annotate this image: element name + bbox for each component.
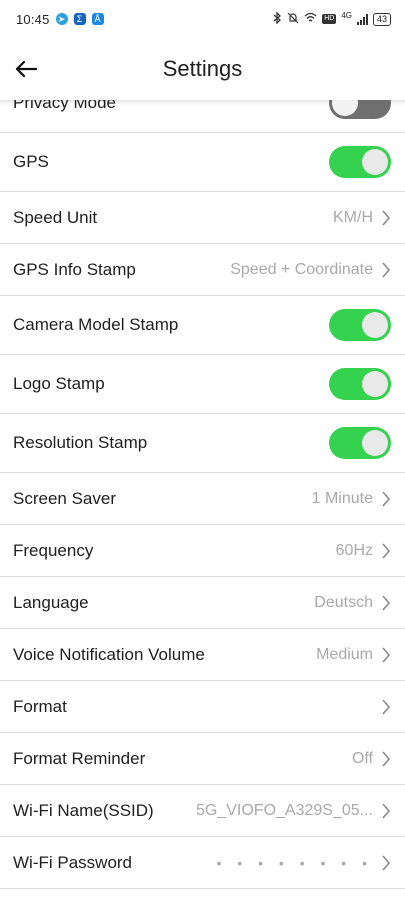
setting-value: 60Hz [335, 541, 373, 559]
sigma-app-icon: Σ [73, 13, 86, 25]
status-bar-left: 10:45 ➤ Σ Å [16, 12, 104, 27]
setting-label: Wi-Fi Password [13, 852, 133, 872]
signal-icon [356, 13, 368, 25]
setting-camera-model-stamp[interactable]: Camera Model Stamp [0, 296, 405, 355]
setting-label: Voice Notification Volume [13, 644, 205, 664]
setting-label: Privacy Mode [13, 100, 116, 112]
back-arrow-icon [15, 60, 37, 78]
status-time: 10:45 [16, 11, 50, 27]
setting-label: Language [13, 592, 89, 612]
privacy-mode-toggle[interactable] [329, 100, 391, 119]
setting-language[interactable]: Language Deutsch [0, 577, 405, 629]
setting-label: Screen Saver [13, 488, 116, 508]
setting-format-reminder[interactable]: Format Reminder Off [0, 733, 405, 785]
toggle-knob [362, 371, 388, 397]
accessibility-app-icon: Å [91, 13, 104, 25]
hd-voice-icon: HD [322, 14, 337, 24]
battery-icon: 43 [372, 12, 391, 26]
setting-format[interactable]: Format [0, 681, 405, 733]
resolution-stamp-toggle[interactable] [329, 427, 391, 459]
telegram-icon: ➤ [55, 13, 68, 25]
setting-frequency[interactable]: Frequency 60Hz [0, 525, 405, 577]
setting-label: GPS [13, 152, 49, 171]
setting-voice-notification-volume[interactable]: Voice Notification Volume Medium [0, 629, 405, 681]
setting-value: 5G_VIOFO_A329S_05... [196, 801, 373, 819]
setting-value: • • • • • • • • [216, 854, 373, 871]
chevron-right-icon [382, 490, 391, 507]
status-bar: 10:45 ➤ Σ Å HD 4G 43 [0, 0, 405, 38]
setting-value: 1 Minute [311, 489, 373, 507]
setting-label: Camera Model Stamp [13, 315, 179, 334]
setting-label: Format Reminder [13, 748, 146, 768]
gps-toggle[interactable] [329, 146, 391, 178]
setting-value: Deutsch [314, 593, 373, 611]
toggle-knob [332, 100, 358, 116]
setting-speed-unit[interactable]: Speed Unit KM/H [0, 192, 405, 244]
chevron-right-icon [382, 698, 391, 715]
chevron-right-icon [382, 542, 391, 559]
chevron-right-icon [382, 209, 391, 226]
setting-label: Resolution Stamp [13, 433, 148, 452]
chevron-right-icon [382, 802, 391, 819]
status-bar-right: HD 4G 43 [273, 10, 391, 27]
toggle-knob [362, 430, 388, 456]
chevron-right-icon [382, 646, 391, 663]
setting-label: Format [13, 696, 67, 716]
setting-logo-stamp[interactable]: Logo Stamp [0, 355, 405, 414]
setting-label: Frequency [13, 540, 94, 560]
back-button[interactable] [10, 53, 42, 85]
chevron-right-icon [382, 854, 391, 871]
setting-value: KM/H [333, 208, 373, 226]
setting-label: GPS Info Stamp [13, 259, 136, 279]
setting-resolution-stamp[interactable]: Resolution Stamp [0, 414, 405, 473]
setting-value: Speed + Coordinate [230, 260, 373, 278]
setting-gps[interactable]: GPS [0, 133, 405, 192]
setting-privacy-mode[interactable]: Privacy Mode [0, 100, 405, 133]
setting-screen-saver[interactable]: Screen Saver 1 Minute [0, 473, 405, 525]
page-title: Settings [162, 56, 243, 81]
setting-label: Logo Stamp [13, 374, 105, 393]
wifi-icon [304, 12, 317, 26]
camera-model-stamp-toggle[interactable] [329, 309, 391, 341]
settings-list[interactable]: Privacy Mode GPS Speed Unit KM/H GPS Inf… [0, 100, 405, 900]
chevron-right-icon [382, 750, 391, 767]
setting-label: Speed Unit [13, 207, 98, 227]
network-type: 4G [341, 10, 352, 20]
bluetooth-icon [273, 10, 282, 27]
chevron-right-icon [382, 594, 391, 611]
app-bar: Settings [0, 38, 405, 100]
toggle-knob [362, 149, 388, 175]
setting-wifi-password[interactable]: Wi-Fi Password • • • • • • • • [0, 837, 405, 889]
setting-gps-info-stamp[interactable]: GPS Info Stamp Speed + Coordinate [0, 244, 405, 296]
setting-value: Medium [316, 645, 373, 663]
mute-bell-icon [287, 12, 299, 27]
setting-wifi-name[interactable]: Wi-Fi Name(SSID) 5G_VIOFO_A329S_05... [0, 785, 405, 837]
setting-value: Off [351, 749, 373, 767]
logo-stamp-toggle[interactable] [329, 368, 391, 400]
chevron-right-icon [382, 261, 391, 278]
setting-label: Wi-Fi Name(SSID) [13, 800, 154, 820]
toggle-knob [362, 312, 388, 338]
